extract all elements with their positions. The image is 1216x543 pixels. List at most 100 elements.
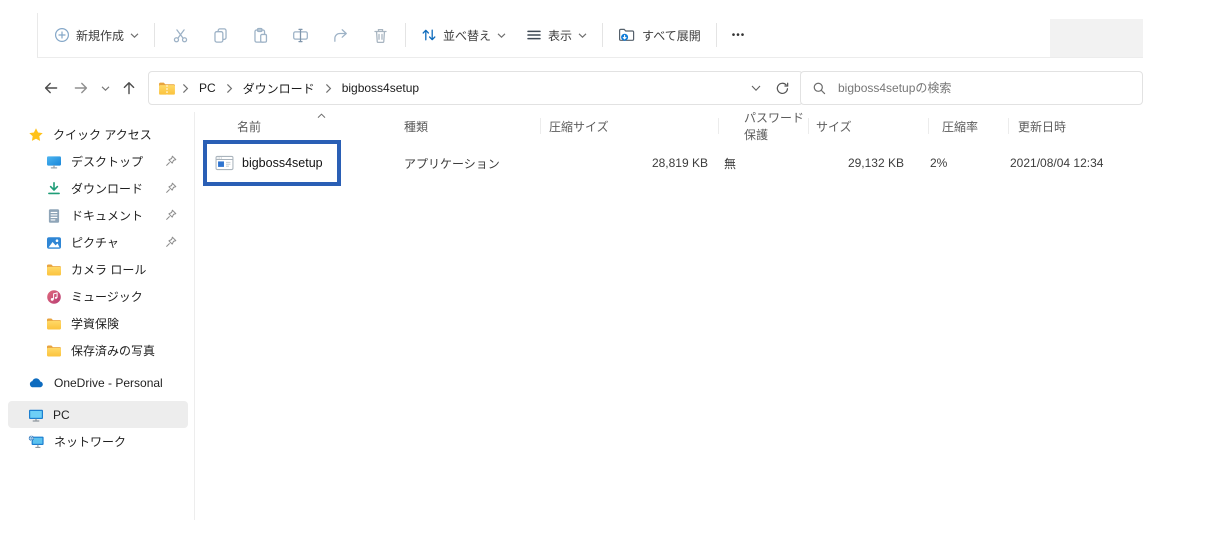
back-button[interactable] <box>36 73 66 103</box>
nav-arrows <box>36 71 144 105</box>
pin-icon[interactable] <box>165 155 177 167</box>
plus-circle-icon <box>54 27 70 43</box>
selection-highlight-box[interactable]: bigboss4setup <box>203 140 341 186</box>
network-icon <box>28 434 45 450</box>
up-arrow-icon <box>121 80 137 96</box>
chevron-down-icon <box>497 32 506 39</box>
column-header-name[interactable]: 名前 <box>196 112 392 140</box>
sidebar-item-desktop[interactable]: デスクトップ <box>8 148 188 175</box>
extract-all-button[interactable]: すべて展開 <box>608 18 711 52</box>
zipped-folder-icon <box>158 81 176 96</box>
view-button-label: 表示 <box>548 27 572 44</box>
column-header-type[interactable]: 種類 <box>392 112 540 140</box>
sidebar-item-pictures[interactable]: ピクチャ <box>8 229 188 256</box>
sort-button[interactable]: 並べ替え <box>411 18 516 52</box>
pin-icon[interactable] <box>165 209 177 221</box>
column-header-row: 名前 種類 圧縮サイズ パスワード保護 サイズ 圧縮率 更新日時 <box>196 112 1216 140</box>
breadcrumb-chevron-icon <box>226 83 233 94</box>
folder-icon <box>46 344 62 358</box>
share-icon <box>332 27 349 44</box>
new-button[interactable]: 新規作成 <box>44 18 149 52</box>
toolbar-separator <box>405 23 406 47</box>
rename-button[interactable] <box>280 18 320 52</box>
pin-icon[interactable] <box>165 182 177 194</box>
file-name-cell: bigboss4setup <box>196 140 392 186</box>
column-header-size[interactable]: サイズ <box>808 112 928 140</box>
sidebar-item-saved-pictures[interactable]: 保存済みの写真 <box>8 337 188 364</box>
sidebar-item-label: ネットワーク <box>54 433 126 450</box>
copy-icon <box>212 27 229 44</box>
file-compressed-size: 28,819 KB <box>540 140 718 186</box>
sidebar-item-label: デスクトップ <box>71 153 143 170</box>
sidebar-item-label: ミュージック <box>71 288 143 305</box>
sidebar-item-documents[interactable]: ドキュメント <box>8 202 188 229</box>
more-options-button[interactable]: ••• <box>722 18 756 52</box>
breadcrumb-item-pc[interactable]: PC <box>195 79 220 97</box>
extract-all-label: すべて展開 <box>642 27 701 44</box>
up-button[interactable] <box>114 73 144 103</box>
back-arrow-icon <box>43 80 59 96</box>
share-button[interactable] <box>320 18 360 52</box>
rename-icon <box>292 27 309 44</box>
sort-arrows-icon <box>421 27 437 43</box>
file-modified-date: 2021/08/04 12:34 <box>1008 140 1216 186</box>
chevron-down-icon <box>130 32 139 39</box>
pin-icon[interactable] <box>165 236 177 248</box>
document-icon <box>46 208 62 224</box>
sidebar-item-label: OneDrive - Personal <box>54 376 163 390</box>
chevron-down-icon <box>751 84 761 92</box>
trash-icon <box>372 27 389 44</box>
breadcrumb-item-downloads[interactable]: ダウンロード <box>239 78 319 99</box>
pc-icon <box>28 407 44 423</box>
sidebar-item-camera-roll[interactable]: カメラ ロール <box>8 256 188 283</box>
forward-button[interactable] <box>66 73 96 103</box>
toolbar-separator <box>154 23 155 47</box>
copy-button[interactable] <box>200 18 240 52</box>
sidebar-item-gakushi-hoken[interactable]: 学資保険 <box>8 310 188 337</box>
sidebar-item-onedrive[interactable]: OneDrive - Personal <box>8 369 188 396</box>
sidebar-item-pc[interactable]: PC <box>8 401 188 428</box>
more-dots-icon: ••• <box>732 30 746 41</box>
breadcrumb-item-current-folder[interactable]: bigboss4setup <box>338 79 423 97</box>
column-header-modified[interactable]: 更新日時 <box>1008 112 1216 140</box>
file-row[interactable]: bigboss4setup アプリケーション 28,819 KB 無 29,13… <box>196 140 1216 186</box>
sort-ascending-icon <box>317 113 326 119</box>
toolbar-end-block <box>1050 19 1143 57</box>
delete-button[interactable] <box>360 18 400 52</box>
folder-icon <box>46 263 62 277</box>
search-icon <box>812 81 827 96</box>
search-input[interactable] <box>836 80 1131 96</box>
sidebar-item-label: PC <box>53 408 70 422</box>
download-icon <box>46 181 62 197</box>
column-header-password-protection[interactable]: パスワード保護 <box>718 112 808 140</box>
toolbar-separator <box>602 23 603 47</box>
file-type: アプリケーション <box>392 140 540 186</box>
address-dropdown-button[interactable] <box>751 84 761 92</box>
refresh-button[interactable] <box>775 81 790 96</box>
file-password-protection: 無 <box>718 140 808 186</box>
sidebar-item-network[interactable]: ネットワーク <box>8 428 188 455</box>
search-box <box>800 71 1143 105</box>
paste-button[interactable] <box>240 18 280 52</box>
column-header-ratio[interactable]: 圧縮率 <box>928 112 1008 140</box>
toolbar-separator <box>716 23 717 47</box>
breadcrumb-chevron-icon <box>182 83 189 94</box>
star-icon <box>28 127 44 143</box>
sidebar-item-label: ドキュメント <box>71 207 143 224</box>
chevron-down-icon <box>101 85 110 92</box>
file-compression-ratio: 2% <box>928 140 1008 186</box>
cut-button[interactable] <box>160 18 200 52</box>
file-list: 名前 種類 圧縮サイズ パスワード保護 サイズ 圧縮率 更新日時 <box>196 112 1216 520</box>
column-header-compressed-size[interactable]: 圧縮サイズ <box>540 112 718 140</box>
sidebar-item-label: 学資保険 <box>71 315 119 332</box>
file-size: 29,132 KB <box>808 140 928 186</box>
pictures-icon <box>46 235 62 251</box>
sidebar-item-quick-access[interactable]: クイック アクセス <box>8 121 188 148</box>
extract-folder-icon <box>618 27 636 43</box>
sidebar-item-downloads[interactable]: ダウンロード <box>8 175 188 202</box>
recent-locations-button[interactable] <box>96 73 114 103</box>
sidebar-item-music[interactable]: ミュージック <box>8 283 188 310</box>
view-button[interactable]: 表示 <box>516 18 597 52</box>
address-bar[interactable]: PC ダウンロード bigboss4setup <box>148 71 803 105</box>
onedrive-cloud-icon <box>28 375 45 391</box>
